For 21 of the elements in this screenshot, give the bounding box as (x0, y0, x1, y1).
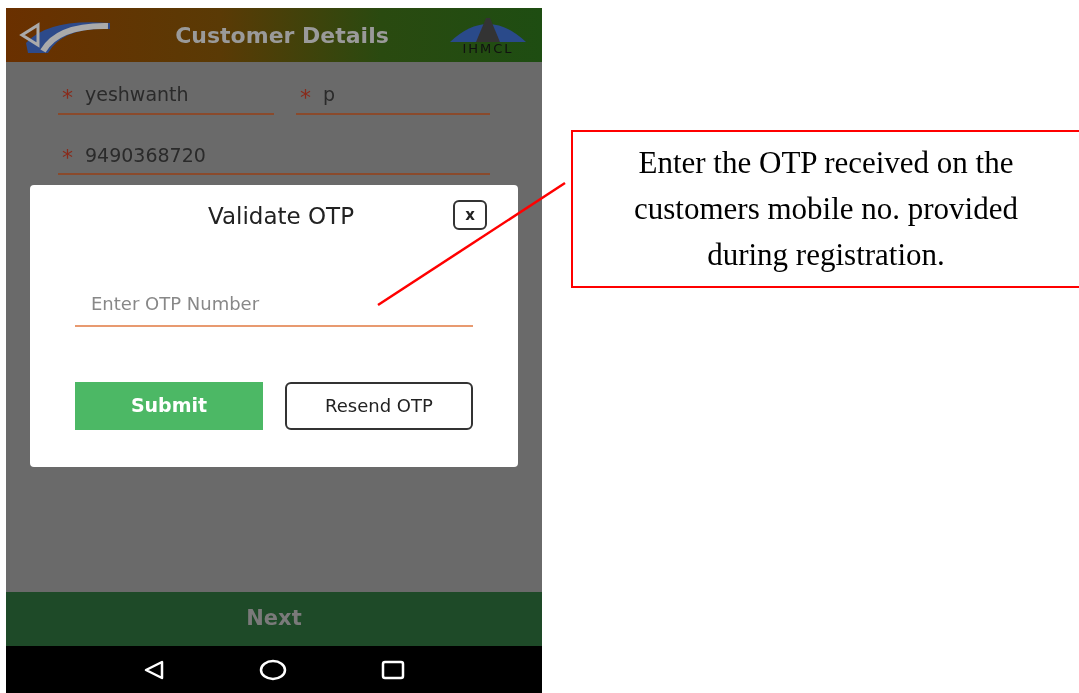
dialog-title: Validate OTP (208, 202, 354, 231)
required-asterisk: * (62, 86, 73, 109)
logo-text: IHMCL (462, 41, 514, 55)
text-field[interactable]: * p (296, 80, 490, 115)
field-value: 9490368720 (85, 142, 206, 168)
recents-icon[interactable] (381, 658, 405, 681)
submit-button[interactable]: Submit (75, 381, 263, 430)
field-value: yeshwanth (85, 82, 189, 107)
callout-text: Enter the OTP received on the customers mobile no. provided during registration. (633, 144, 1019, 274)
field-value: p (323, 82, 336, 107)
road-logo-icon (448, 15, 528, 42)
close-button[interactable]: x (453, 200, 487, 231)
text-field[interactable]: * yeshwanth (58, 80, 274, 115)
resend-button[interactable]: Resend OTP (285, 381, 473, 430)
home-icon[interactable] (259, 658, 287, 681)
otp-input-field[interactable]: Enter OTP Number (75, 289, 473, 327)
required-asterisk: * (62, 147, 73, 169)
required-asterisk: * (300, 86, 311, 109)
back-icon[interactable] (143, 658, 165, 681)
header-title: Customer Details (175, 21, 389, 50)
text-field[interactable]: * 9490368720 (58, 140, 490, 175)
